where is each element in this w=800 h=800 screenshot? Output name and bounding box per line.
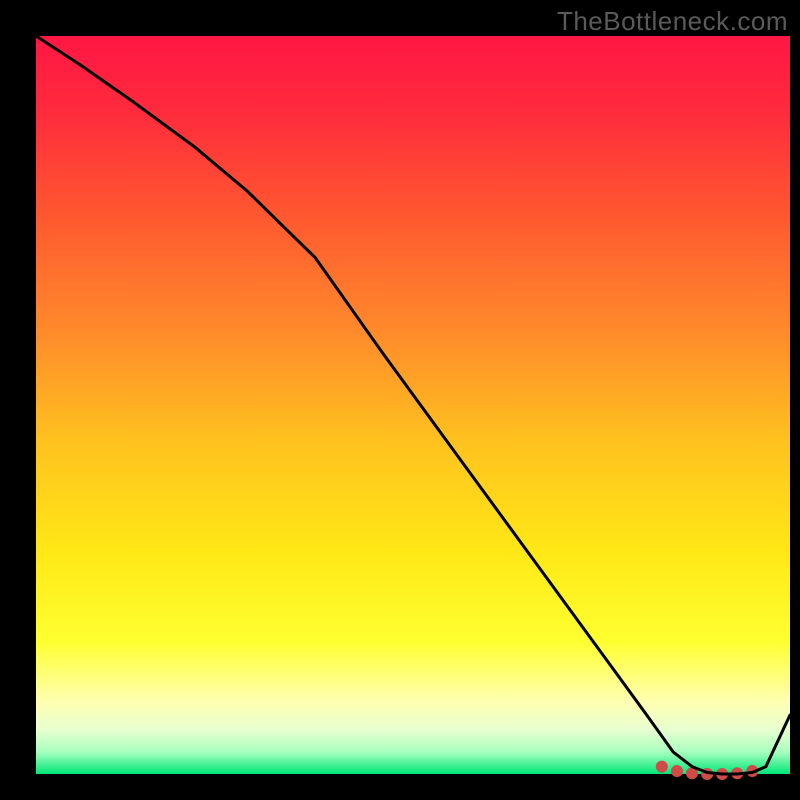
highlight-dot [671, 765, 683, 777]
watermark: TheBottleneck.com [557, 6, 788, 37]
highlight-dot [656, 761, 668, 773]
chart [0, 0, 800, 800]
plot-background [36, 36, 790, 774]
